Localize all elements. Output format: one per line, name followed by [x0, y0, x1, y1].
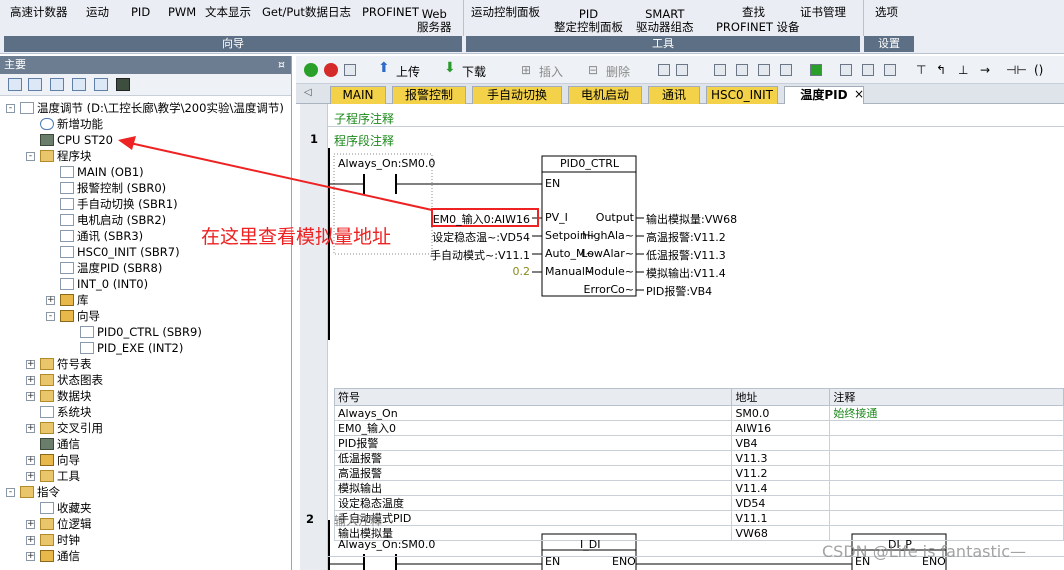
- watermark: CSDN @Life is fantastic—: [822, 542, 1026, 561]
- annotation-arrow: [118, 136, 433, 211]
- annotation-text: 在这里查看模拟量地址: [201, 226, 392, 248]
